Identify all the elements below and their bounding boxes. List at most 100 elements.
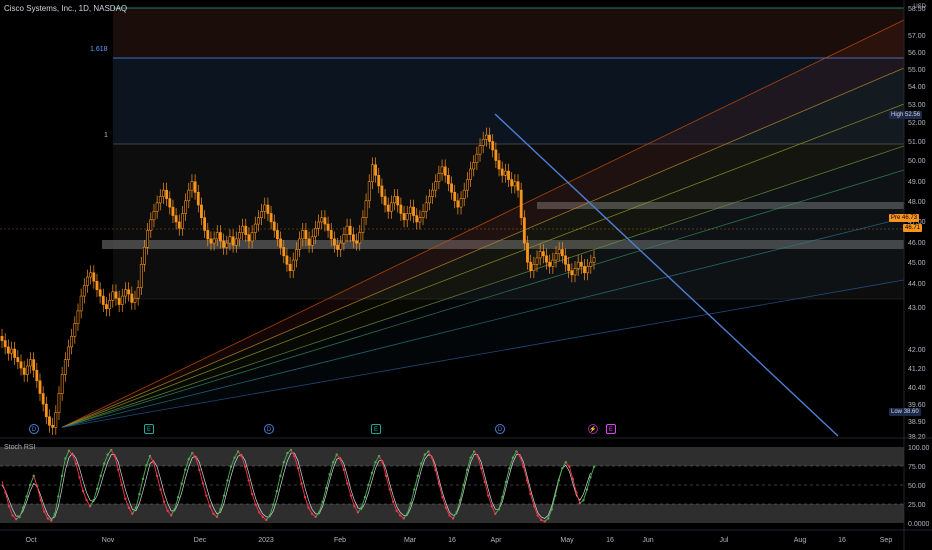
stoch-tick-label: 25.00: [908, 502, 926, 509]
low-value: 38.60: [903, 409, 919, 415]
time-tick-label: 2023: [258, 537, 274, 544]
candle: [92, 272, 96, 282]
candle: [573, 268, 577, 276]
candle: [551, 259, 555, 267]
candle: [446, 175, 450, 185]
stoch-k-segment: [1, 481, 6, 493]
stoch-tick-label: 75.00: [908, 464, 926, 471]
candle: [105, 304, 108, 310]
candle: [298, 238, 301, 250]
candle: [295, 249, 298, 261]
candle: [307, 238, 311, 246]
earnings-marker[interactable]: E: [144, 424, 154, 434]
candle: [0, 336, 4, 341]
candle: [465, 179, 469, 191]
candle: [592, 257, 596, 263]
price-tick-label: 40.40: [908, 385, 926, 392]
candle: [513, 181, 517, 187]
candle: [114, 291, 118, 299]
candle: [557, 249, 561, 255]
earnings-marker[interactable]: E: [606, 424, 616, 434]
candle: [522, 217, 526, 244]
stoch-k-dot: [592, 465, 596, 468]
candle: [111, 291, 115, 301]
price-tick-label: 41.20: [908, 366, 926, 373]
price-tick-label: 38.20: [908, 434, 926, 441]
candle: [181, 213, 184, 229]
stoch-k-segment: [410, 489, 415, 504]
candle: [332, 238, 336, 246]
candle: [60, 374, 64, 394]
candle: [241, 225, 245, 233]
candle: [209, 238, 213, 244]
price-tick-label: 46.00: [908, 240, 926, 247]
candle: [434, 181, 438, 191]
candle: [478, 145, 482, 155]
fib-level-1-label: 1: [104, 132, 108, 139]
time-tick-label: Jul: [720, 537, 729, 544]
pre-label: Pre: [891, 215, 901, 221]
stoch-k-segment: [26, 484, 31, 497]
time-tick-label: Oct: [26, 537, 37, 544]
candle: [339, 242, 343, 250]
candle: [342, 234, 346, 244]
earnings-marker[interactable]: E: [371, 424, 381, 434]
candle: [472, 162, 476, 170]
price-tick-label: 43.00: [908, 305, 926, 312]
split-marker[interactable]: ⚡: [588, 424, 598, 434]
candle: [35, 369, 39, 382]
stoch-k-segment: [57, 475, 63, 497]
symbol-title: Cisco Systems, Inc., 1D, NASDAQ: [4, 4, 128, 13]
candle: [361, 217, 365, 233]
candle: [98, 289, 102, 297]
price-tick-label: 48.00: [908, 199, 926, 206]
candle: [238, 232, 241, 240]
candle: [355, 240, 358, 244]
candle: [415, 215, 419, 223]
time-tick-label: Feb: [334, 537, 346, 544]
candle: [320, 217, 324, 223]
candle: [257, 217, 260, 225]
price-tick-label: 53.00: [908, 102, 926, 109]
time-tick-label: 16: [606, 537, 614, 544]
candle: [155, 202, 159, 212]
candle: [57, 393, 61, 413]
time-tick-label: Aug: [794, 537, 807, 544]
fib-level-1618-label: 1.618: [90, 46, 108, 53]
time-tick-label: Dec: [194, 537, 207, 544]
candle: [25, 365, 29, 375]
candle: [149, 219, 153, 231]
stoch-k-segment: [82, 490, 87, 501]
time-tick-label: Jun: [642, 537, 653, 544]
candle: [165, 189, 169, 199]
candle: [431, 189, 434, 197]
candle: [503, 170, 507, 176]
candle: [345, 225, 349, 235]
candle: [16, 357, 20, 363]
candle: [282, 247, 286, 257]
candle: [367, 181, 371, 202]
candle: [545, 255, 548, 263]
dividend-marker[interactable]: D: [264, 424, 274, 434]
candle: [10, 348, 13, 354]
candle: [6, 346, 10, 354]
candle: [51, 424, 55, 428]
candle: [190, 181, 194, 191]
stoch-tick-label: 50.00: [908, 483, 926, 490]
candle: [494, 149, 498, 161]
stoch-k-segment: [117, 469, 123, 486]
price-chart[interactable]: 58.5057.0056.0055.0054.0053.0052.0051.00…: [0, 0, 932, 550]
candle: [139, 264, 143, 288]
dividend-marker[interactable]: D: [495, 424, 505, 434]
currency-label: USD: [913, 4, 926, 10]
candle: [310, 236, 314, 246]
candle: [285, 255, 289, 265]
candle: [38, 380, 42, 394]
candle: [393, 196, 396, 204]
dividend-marker[interactable]: D: [29, 424, 39, 434]
candle: [162, 189, 165, 197]
candle: [244, 225, 248, 235]
candle: [184, 200, 188, 214]
candle: [32, 359, 36, 371]
candle: [67, 346, 70, 360]
